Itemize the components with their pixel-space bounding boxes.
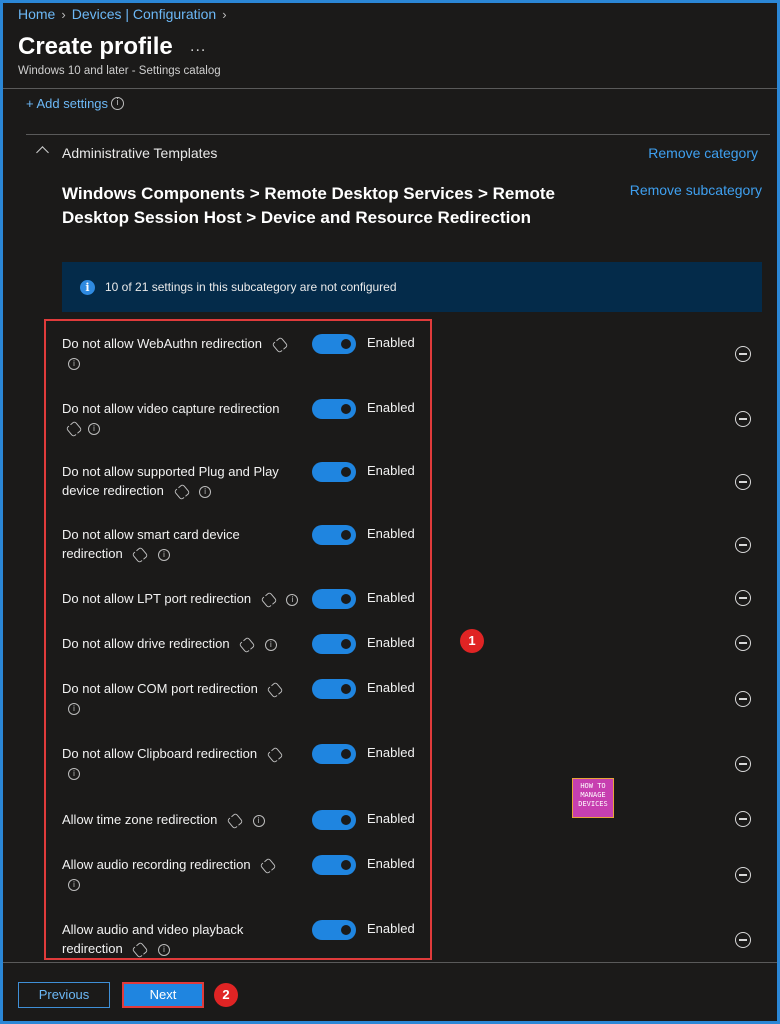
info-icon[interactable]: i: [199, 485, 212, 498]
info-icon[interactable]: i: [157, 943, 170, 956]
more-options-button[interactable]: ...: [190, 38, 206, 56]
link-icon[interactable]: [173, 483, 190, 501]
info-icon[interactable]: i: [68, 357, 80, 370]
toggle-label: Enabled: [367, 811, 415, 826]
chevron-right-icon: ›: [222, 6, 227, 22]
chevron-right-icon: ›: [61, 6, 66, 22]
enabled-toggle[interactable]: [312, 855, 356, 875]
link-icon[interactable]: [266, 746, 284, 764]
remove-setting-icon[interactable]: [735, 811, 751, 827]
link-icon[interactable]: [131, 941, 149, 959]
annotation-badge-1: 1: [460, 629, 484, 653]
info-icon[interactable]: i: [68, 878, 80, 891]
remove-setting-icon[interactable]: [735, 756, 751, 772]
breadcrumb: Home › Devices | Configuration ›: [18, 6, 227, 22]
chevron-up-icon[interactable]: [36, 146, 49, 159]
info-icon[interactable]: i: [88, 422, 100, 435]
toggle-label: Enabled: [367, 856, 415, 871]
setting-label: Do not allow smart card device redirecti…: [62, 527, 240, 561]
link-icon[interactable]: [259, 857, 277, 875]
remove-setting-icon[interactable]: [735, 474, 751, 490]
enabled-toggle[interactable]: [312, 679, 356, 699]
enabled-toggle[interactable]: [312, 334, 356, 354]
how-to-manage-devices-logo: HOW TO MANAGE DEVICES: [572, 778, 614, 818]
info-icon[interactable]: i: [264, 638, 277, 651]
enabled-toggle[interactable]: [312, 920, 356, 940]
remove-subcategory-link[interactable]: Remove subcategory: [630, 182, 762, 198]
enabled-toggle[interactable]: [312, 399, 356, 419]
setting-label: Do not allow COM port redirection: [62, 681, 258, 696]
remove-setting-icon[interactable]: [735, 411, 751, 427]
previous-button[interactable]: Previous: [18, 982, 110, 1008]
banner-text: 10 of 21 settings in this subcategory ar…: [105, 280, 397, 294]
add-settings-label: + Add settings: [26, 96, 109, 111]
header-divider: [3, 88, 777, 89]
add-settings-link[interactable]: + Add settings i: [26, 96, 125, 111]
remove-setting-icon[interactable]: [735, 537, 751, 553]
link-icon[interactable]: [226, 812, 244, 830]
toggle-label: Enabled: [367, 335, 415, 350]
enabled-toggle[interactable]: [312, 744, 356, 764]
info-icon[interactable]: i: [157, 548, 170, 561]
link-icon[interactable]: [266, 681, 284, 699]
info-icon[interactable]: i: [68, 767, 80, 780]
info-icon[interactable]: i: [68, 702, 80, 715]
toggle-label: Enabled: [367, 745, 415, 760]
page-title: Create profile: [18, 33, 173, 60]
footer-divider: [3, 962, 777, 963]
link-icon[interactable]: [131, 546, 149, 564]
toggle-label: Enabled: [367, 463, 415, 478]
info-icon[interactable]: i: [286, 593, 299, 606]
remove-setting-icon[interactable]: [735, 635, 751, 651]
setting-label: Allow time zone redirection: [62, 812, 218, 827]
info-icon[interactable]: i: [111, 97, 125, 110]
link-icon[interactable]: [238, 636, 256, 654]
subcategory-title: Windows Components > Remote Desktop Serv…: [62, 184, 555, 227]
info-filled-icon: i: [80, 279, 95, 295]
enabled-toggle[interactable]: [312, 634, 356, 654]
toggle-label: Enabled: [367, 921, 415, 936]
breadcrumb-devices-configuration[interactable]: Devices | Configuration: [72, 6, 216, 22]
setting-label: Allow audio and video playback redirecti…: [62, 922, 244, 956]
remove-setting-icon[interactable]: [735, 590, 751, 606]
remove-setting-icon[interactable]: [735, 691, 751, 707]
remove-setting-icon[interactable]: [735, 932, 751, 948]
link-icon[interactable]: [260, 591, 278, 609]
enabled-toggle[interactable]: [312, 525, 356, 545]
section-divider: [26, 134, 770, 135]
setting-label: Do not allow WebAuthn redirection: [62, 336, 262, 351]
enabled-toggle[interactable]: [312, 810, 356, 830]
setting-label: Do not allow Clipboard redirection: [62, 746, 258, 761]
info-banner: i 10 of 21 settings in this subcategory …: [62, 262, 762, 312]
toggle-label: Enabled: [367, 635, 415, 650]
link-icon[interactable]: [271, 336, 289, 354]
link-icon[interactable]: [65, 420, 83, 438]
remove-setting-icon[interactable]: [735, 867, 751, 883]
remove-category-link[interactable]: Remove category: [648, 145, 758, 161]
remove-setting-icon[interactable]: [735, 346, 751, 362]
toggle-label: Enabled: [367, 590, 415, 605]
toggle-label: Enabled: [367, 400, 415, 415]
page-subtitle: Windows 10 and later - Settings catalog: [18, 65, 221, 77]
info-icon[interactable]: i: [252, 814, 265, 827]
category-name[interactable]: Administrative Templates: [62, 145, 217, 161]
next-button[interactable]: Next: [122, 982, 204, 1008]
enabled-toggle[interactable]: [312, 589, 356, 609]
setting-label: Do not allow drive redirection: [62, 636, 230, 651]
setting-label: Do not allow LPT port redirection: [62, 591, 252, 606]
toggle-label: Enabled: [367, 680, 415, 695]
annotation-badge-2: 2: [214, 983, 238, 1007]
breadcrumb-home[interactable]: Home: [18, 6, 55, 22]
setting-label: Do not allow video capture redirection: [62, 401, 280, 416]
setting-label: Do not allow supported Plug and Play dev…: [62, 464, 279, 498]
setting-label: Allow audio recording redirection: [62, 857, 251, 872]
enabled-toggle[interactable]: [312, 462, 356, 482]
toggle-label: Enabled: [367, 526, 415, 541]
